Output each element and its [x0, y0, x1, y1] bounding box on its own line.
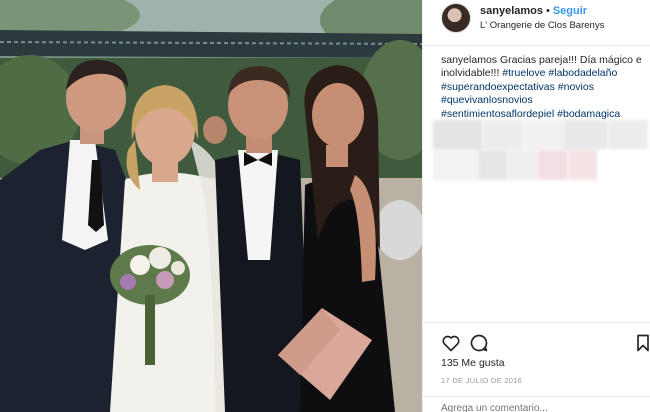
- post-photo[interactable]: [0, 0, 422, 412]
- speech-bubble-icon[interactable]: [469, 333, 489, 353]
- post-date: 17 DE JULIO DE 2016: [441, 376, 523, 385]
- caption-username[interactable]: sanyelamos: [441, 54, 497, 66]
- blurred-block: [483, 120, 523, 150]
- hashtag-link[interactable]: #sentimientosaflordepiel: [441, 108, 554, 120]
- post-caption: sanyelamos Gracias pareja!!! Día mágico …: [441, 54, 646, 121]
- blurred-block: [538, 150, 568, 180]
- wedding-photo-illustration: [0, 0, 422, 412]
- blurred-block: [433, 150, 478, 180]
- post-header-user-line: sanyelamos • Seguir: [480, 5, 587, 17]
- avatar[interactable]: [441, 3, 471, 33]
- hashtag-link[interactable]: #labodadelaño: [548, 67, 617, 79]
- likes-count[interactable]: 135 Me gusta: [441, 357, 505, 369]
- blurred-block: [608, 120, 648, 150]
- follow-button[interactable]: Seguir: [553, 5, 587, 17]
- post-actions: [423, 322, 650, 356]
- blurred-block: [523, 120, 563, 150]
- hashtag-link[interactable]: #superandoexpectativas: [441, 81, 555, 93]
- bookmark-icon[interactable]: [633, 333, 650, 353]
- blurred-block: [563, 120, 608, 150]
- hashtag-link[interactable]: #quevivanlosnovios: [441, 94, 533, 106]
- location-link[interactable]: L' Orangerie de Clos Barenys: [480, 20, 604, 31]
- heart-icon[interactable]: [441, 333, 461, 353]
- hashtag-link[interactable]: #novios: [558, 81, 594, 93]
- blurred-block: [568, 150, 598, 180]
- blurred-block: [598, 150, 648, 180]
- comment-input[interactable]: [441, 403, 641, 412]
- separator-dot: •: [545, 5, 550, 17]
- blurred-block: [508, 150, 538, 180]
- blurred-block: [478, 150, 508, 180]
- post-side-panel: sanyelamos • Seguir L' Orangerie de Clos B…: [422, 0, 650, 412]
- blurred-block: [433, 120, 483, 150]
- blurred-comments: [433, 120, 648, 182]
- post-header: sanyelamos • Seguir L' Orangerie de Clos B…: [423, 0, 650, 46]
- hashtag-link[interactable]: #bodamagica: [557, 108, 620, 120]
- comment-bar: [423, 396, 650, 412]
- username-link[interactable]: sanyelamos: [480, 5, 543, 17]
- hashtag-link[interactable]: #truelove: [502, 67, 545, 79]
